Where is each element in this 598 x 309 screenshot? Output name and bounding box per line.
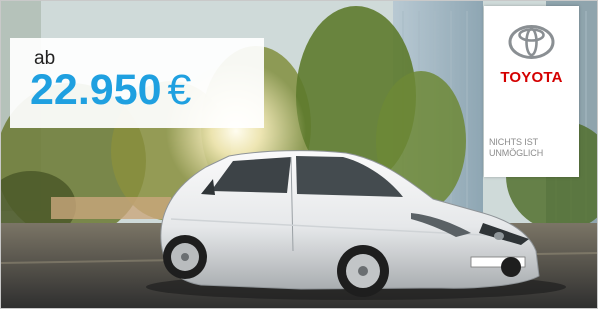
price-panel: ab 22.950 € [10, 38, 264, 128]
toyota-emblem-icon [508, 25, 555, 59]
price-amount: 22.950 [30, 66, 162, 114]
brand-tagline: NICHTS IST UNMÖGLICH [489, 137, 544, 158]
car-advertisement-banner[interactable]: ab 22.950 € TOYOTA NICHTS IST UNMÖGLICH [0, 0, 598, 309]
brand-name: TOYOTA [500, 69, 563, 86]
price-currency: € [167, 66, 192, 114]
price-value: 22.950 € [30, 69, 191, 112]
brand-panel: TOYOTA NICHTS IST UNMÖGLICH [484, 6, 579, 177]
